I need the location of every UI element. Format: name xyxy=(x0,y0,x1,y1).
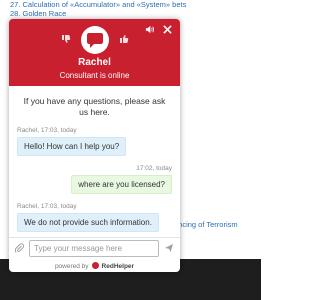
agent-message: We do not provide such information. xyxy=(17,213,159,232)
background-link-list: 27. Calculation of «Accumulator» and «Sy… xyxy=(10,0,186,18)
thumb-down-icon[interactable] xyxy=(61,34,71,46)
powered-by: powered by RedHelper xyxy=(9,261,180,272)
visitor-message: where are you licensed? xyxy=(71,175,172,194)
agent-avatar xyxy=(80,26,109,54)
message-meta: Rachel, 17:03, today xyxy=(17,127,77,134)
chat-header: Rachel Consultant is online xyxy=(9,19,180,86)
message-list: Rachel, 17:03, today Hello! How can I he… xyxy=(9,127,180,232)
message-meta: Rachel, 17:03, today xyxy=(17,203,77,210)
brand-link[interactable]: RedHelper xyxy=(102,263,135,270)
thumb-up-icon[interactable] xyxy=(119,34,129,46)
background-link[interactable]: ancing of Terrorism xyxy=(174,220,238,229)
agent-name: Rachel xyxy=(78,57,111,68)
intro-text: If you have any questions, please ask us… xyxy=(23,96,166,117)
rating-row xyxy=(9,26,180,54)
agent-message: Hello! How can I help you? xyxy=(17,137,127,156)
powered-by-label: powered by xyxy=(54,263,89,270)
message-meta: 17:02, today xyxy=(136,165,172,172)
background-link[interactable]: 27. Calculation of «Accumulator» and «Sy… xyxy=(10,0,186,9)
message-input-bar xyxy=(9,237,180,259)
send-icon[interactable] xyxy=(164,243,174,255)
redhelper-logo-icon xyxy=(91,262,99,271)
message-input[interactable] xyxy=(29,240,159,257)
paperclip-icon[interactable] xyxy=(14,242,25,255)
background-link[interactable]: 28. Golden Race xyxy=(10,9,186,18)
agent-status: Consultant is online xyxy=(59,71,130,80)
chat-widget: Rachel Consultant is online If you have … xyxy=(9,19,180,272)
